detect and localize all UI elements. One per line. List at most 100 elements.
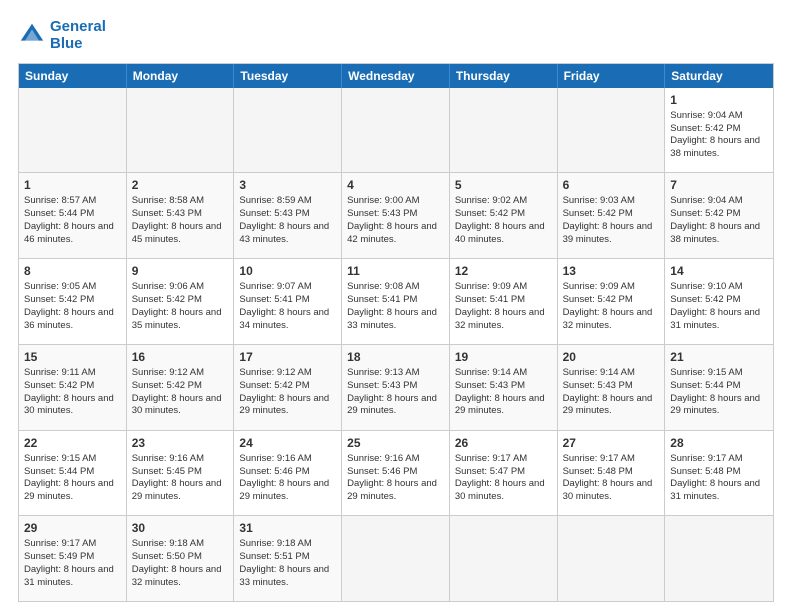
daylight-text: Daylight: 8 hours and 29 minutes.: [347, 393, 444, 419]
calendar: SundayMondayTuesdayWednesdayThursdayFrid…: [18, 63, 774, 603]
day-number: 16: [132, 349, 229, 365]
daylight-text: Daylight: 8 hours and 43 minutes.: [239, 221, 336, 247]
sunset-text: Sunset: 5:42 PM: [132, 380, 229, 393]
sunrise-text: Sunrise: 9:17 AM: [670, 453, 768, 466]
sunset-text: Sunset: 5:50 PM: [132, 551, 229, 564]
day-cell-30: 30Sunrise: 9:18 AMSunset: 5:50 PMDayligh…: [127, 516, 235, 601]
sunrise-text: Sunrise: 9:13 AM: [347, 367, 444, 380]
empty-cell: [342, 516, 450, 601]
sunrise-text: Sunrise: 9:04 AM: [670, 195, 768, 208]
day-number: 22: [24, 435, 121, 451]
sunset-text: Sunset: 5:44 PM: [670, 380, 768, 393]
daylight-text: Daylight: 8 hours and 30 minutes.: [455, 478, 552, 504]
daylight-text: Daylight: 8 hours and 46 minutes.: [24, 221, 121, 247]
daylight-text: Daylight: 8 hours and 36 minutes.: [24, 307, 121, 333]
day-number: 1: [24, 177, 121, 193]
sunrise-text: Sunrise: 8:59 AM: [239, 195, 336, 208]
sunset-text: Sunset: 5:48 PM: [670, 466, 768, 479]
day-cell-17: 17Sunrise: 9:12 AMSunset: 5:42 PMDayligh…: [234, 345, 342, 430]
sunrise-text: Sunrise: 9:06 AM: [132, 281, 229, 294]
daylight-text: Daylight: 8 hours and 29 minutes.: [455, 393, 552, 419]
day-number: 2: [132, 177, 229, 193]
sunrise-text: Sunrise: 9:02 AM: [455, 195, 552, 208]
daylight-text: Daylight: 8 hours and 33 minutes.: [347, 307, 444, 333]
day-cell-18: 18Sunrise: 9:13 AMSunset: 5:43 PMDayligh…: [342, 345, 450, 430]
day-cell-1: 1 Sunrise: 8:57 AMSunset: 5:44 PMDaylight…: [19, 173, 127, 258]
day-number: 10: [239, 263, 336, 279]
day-cell-15: 15Sunrise: 9:11 AMSunset: 5:42 PMDayligh…: [19, 345, 127, 430]
sunrise-text: Sunrise: 9:08 AM: [347, 281, 444, 294]
day-number: 21: [670, 349, 768, 365]
day-number: 5: [455, 177, 552, 193]
daylight-text: Daylight: 8 hours and 31 minutes.: [670, 307, 768, 333]
day-number: 29: [24, 520, 121, 536]
day-cell-22: 22Sunrise: 9:15 AMSunset: 5:44 PMDayligh…: [19, 431, 127, 516]
day-number: 14: [670, 263, 768, 279]
sunset-text: Sunset: 5:42 PM: [132, 294, 229, 307]
day-cell-27: 27Sunrise: 9:17 AMSunset: 5:48 PMDayligh…: [558, 431, 666, 516]
empty-cell: [665, 516, 773, 601]
day-number: 18: [347, 349, 444, 365]
daylight-text: Daylight: 8 hours and 38 minutes.: [670, 221, 768, 247]
day-number: 17: [239, 349, 336, 365]
sunset-text: Sunset: 5:43 PM: [347, 208, 444, 221]
day-number: 11: [347, 263, 444, 279]
sunset-text: Sunset: 5:42 PM: [670, 294, 768, 307]
day-cell-31: 31Sunrise: 9:18 AMSunset: 5:51 PMDayligh…: [234, 516, 342, 601]
empty-cell: [19, 88, 127, 173]
day-number: 25: [347, 435, 444, 451]
logo-icon: [18, 21, 46, 49]
sunset-text: Sunset: 5:42 PM: [455, 208, 552, 221]
daylight-text: Daylight: 8 hours and 29 minutes.: [670, 393, 768, 419]
sunrise-text: Sunrise: 9:17 AM: [563, 453, 660, 466]
sunset-text: Sunset: 5:41 PM: [239, 294, 336, 307]
sunset-text: Sunset: 5:44 PM: [24, 208, 121, 221]
day-cell-29: 29Sunrise: 9:17 AMSunset: 5:49 PMDayligh…: [19, 516, 127, 601]
calendar-row-1: 1Sunrise: 9:04 AMSunset: 5:42 PMDaylight…: [19, 88, 773, 173]
daylight-text: Daylight: 8 hours and 35 minutes.: [132, 307, 229, 333]
sunrise-text: Sunrise: 9:12 AM: [239, 367, 336, 380]
sunrise-text: Sunrise: 9:07 AM: [239, 281, 336, 294]
sunset-text: Sunset: 5:46 PM: [239, 466, 336, 479]
day-number: 3: [239, 177, 336, 193]
empty-cell: [127, 88, 235, 173]
sunset-text: Sunset: 5:48 PM: [563, 466, 660, 479]
day-cell-25: 25Sunrise: 9:16 AMSunset: 5:46 PMDayligh…: [342, 431, 450, 516]
daylight-text: Daylight: 8 hours and 39 minutes.: [563, 221, 660, 247]
day-cell-26: 26Sunrise: 9:17 AMSunset: 5:47 PMDayligh…: [450, 431, 558, 516]
sunrise-text: Sunrise: 9:10 AM: [670, 281, 768, 294]
daylight-text: Daylight: 8 hours and 45 minutes.: [132, 221, 229, 247]
daylight-text: Daylight: 8 hours and 40 minutes.: [455, 221, 552, 247]
sunrise-text: Sunrise: 9:16 AM: [132, 453, 229, 466]
calendar-row-3: 8Sunrise: 9:05 AMSunset: 5:42 PMDaylight…: [19, 258, 773, 344]
daylight-text: Daylight: 8 hours and 42 minutes.: [347, 221, 444, 247]
calendar-row-5: 22Sunrise: 9:15 AMSunset: 5:44 PMDayligh…: [19, 430, 773, 516]
day-cell-2: 2Sunrise: 8:58 AMSunset: 5:43 PMDaylight…: [127, 173, 235, 258]
daylight-text: Daylight: 8 hours and 30 minutes.: [24, 393, 121, 419]
daylight-text: Daylight: 8 hours and 33 minutes.: [239, 564, 336, 590]
sunset-text: Sunset: 5:42 PM: [670, 123, 768, 136]
day-header-sunday: Sunday: [19, 64, 127, 88]
empty-cell: [450, 516, 558, 601]
sunrise-text: Sunrise: 9:14 AM: [455, 367, 552, 380]
sunrise-text: Sunrise: 9:14 AM: [563, 367, 660, 380]
sunset-text: Sunset: 5:42 PM: [24, 294, 121, 307]
day-number: 23: [132, 435, 229, 451]
sunrise-text: Sunrise: 9:03 AM: [563, 195, 660, 208]
sunset-text: Sunset: 5:43 PM: [455, 380, 552, 393]
daylight-text: Daylight: 8 hours and 29 minutes.: [24, 478, 121, 504]
calendar-header: SundayMondayTuesdayWednesdayThursdayFrid…: [19, 64, 773, 88]
day-number: 28: [670, 435, 768, 451]
daylight-text: Daylight: 8 hours and 32 minutes.: [563, 307, 660, 333]
sunrise-text: Sunrise: 9:05 AM: [24, 281, 121, 294]
sunrise-text: Sunrise: 8:57 AM: [24, 195, 121, 208]
empty-cell: [558, 516, 666, 601]
sunrise-text: Sunrise: 9:11 AM: [24, 367, 121, 380]
day-number: 7: [670, 177, 768, 193]
calendar-row-2: 1Sunrise: 8:57 AMSunset: 5:44 PMDaylight…: [19, 172, 773, 258]
sunrise-text: Sunrise: 9:16 AM: [239, 453, 336, 466]
day-cell-10: 10 Sunrise: 9:07 AMSunset: 5:41 PMDayligh…: [234, 259, 342, 344]
daylight-text: Daylight: 8 hours and 34 minutes.: [239, 307, 336, 333]
sunrise-text: Sunrise: 9:17 AM: [24, 538, 121, 551]
daylight-text: Daylight: 8 hours and 38 minutes.: [670, 135, 768, 161]
